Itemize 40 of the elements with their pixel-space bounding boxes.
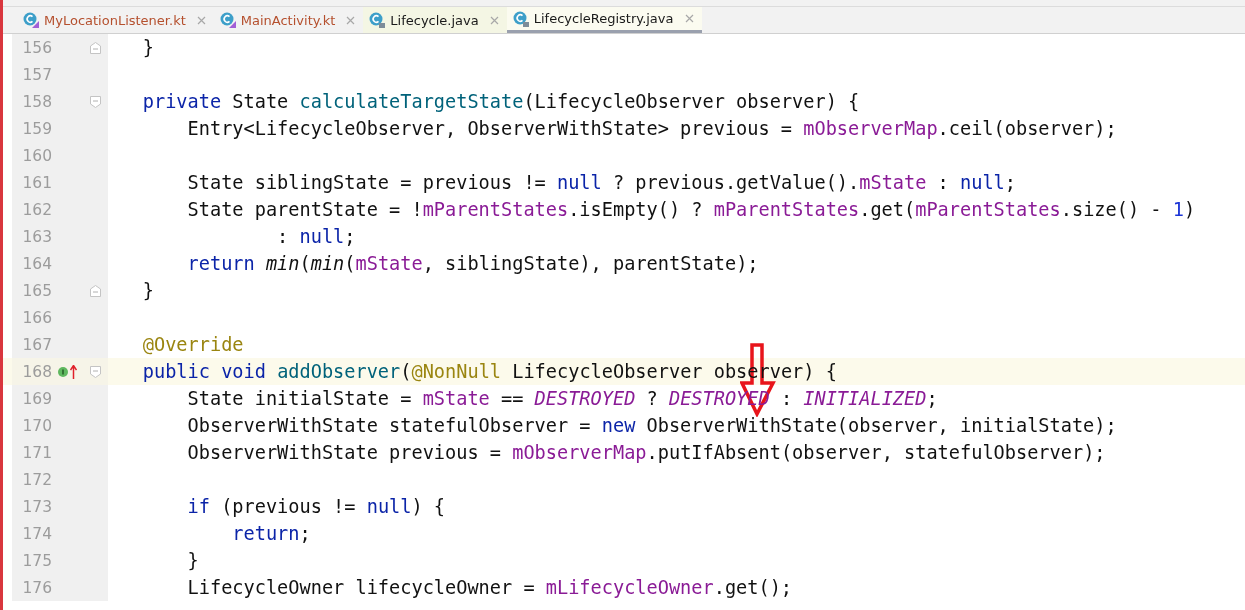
line-number: 163 — [21, 227, 52, 246]
line-number: 164 — [21, 254, 52, 273]
editor-tab[interactable]: Lifecycle.java — [363, 7, 507, 33]
code-line: ObserverWithState previous = mObserverMap.putIfAbsent(observer, statefulObserver); — [186, 442, 1106, 463]
line-number: 162 — [21, 200, 52, 219]
line-number: 161 — [21, 173, 52, 192]
line-number: 165 — [21, 281, 52, 300]
line-number: 160 — [21, 146, 52, 165]
line-number: 173 — [21, 497, 52, 516]
code-line: : null; — [276, 226, 356, 247]
line-number: 175 — [21, 551, 52, 570]
code-line: return min(min(mState, siblingState), parentState); — [186, 253, 759, 274]
code-line: Entry<LifecycleObserver, ObserverWithState> previous = mObserverMap.ceil(observer); — [186, 118, 1117, 139]
code-line: State parentState = !mParentStates.isEmpty() ? mParentStates.get(mParentStates.size() - 1) — [186, 199, 1196, 220]
editor-tab[interactable]: MainActivity.kt — [213, 7, 364, 33]
line-number: 156 — [21, 38, 52, 57]
line-number: 171 — [21, 443, 52, 462]
code-line: } — [141, 280, 154, 301]
editor-tab[interactable]: LifecycleRegistry.java — [506, 7, 702, 33]
code-line: LifecycleOwner lifecycleOwner = mLifecycleOwner.get(); — [186, 577, 793, 598]
editor-tab[interactable]: MyLocationListener.kt — [17, 7, 214, 33]
code-line: } — [141, 37, 154, 58]
line-number: 159 — [21, 119, 52, 138]
code-line: private State calculateTargetState(LifecycleObserver observer) { — [141, 91, 860, 112]
line-number: 176 — [21, 578, 52, 597]
line-number: 167 — [21, 335, 52, 354]
code-line: } — [186, 550, 199, 571]
line-number: 170 — [21, 416, 52, 435]
line-number: 169 — [21, 389, 52, 408]
line-number: 158 — [21, 92, 52, 111]
line-number: 168 — [21, 362, 52, 381]
code-line: if (previous != null) { — [186, 496, 446, 517]
code-line: State siblingState = previous != null ? previous.getValue().mState : null; — [186, 172, 1016, 193]
line-number: 172 — [21, 470, 52, 489]
code-line: return; — [231, 523, 311, 544]
line-number: 166 — [21, 308, 52, 327]
line-number: 157 — [21, 65, 52, 84]
line-number: 174 — [21, 524, 52, 543]
code-line: ObserverWithState statefulObserver = new ObserverWithState(observer, initialState); — [186, 415, 1117, 436]
code-line: @Override — [141, 334, 244, 355]
